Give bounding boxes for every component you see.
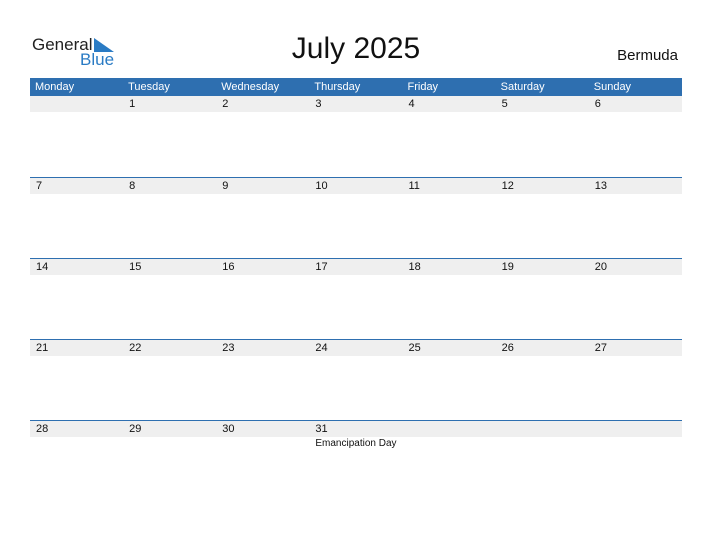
day-number: 7 bbox=[36, 180, 43, 192]
day-number bbox=[496, 421, 589, 437]
page-title: July 2025 bbox=[291, 32, 421, 65]
holiday-label: Emancipation Day bbox=[315, 438, 397, 449]
day-number bbox=[403, 421, 496, 437]
weekday-label: Thursday bbox=[314, 81, 361, 93]
day-number: 26 bbox=[501, 342, 514, 354]
day-number: 10 bbox=[315, 180, 328, 192]
day-number: 8 bbox=[129, 180, 136, 192]
day-number: 31 bbox=[315, 423, 328, 435]
day-number: 9 bbox=[222, 180, 229, 192]
day-number: 11 bbox=[408, 180, 420, 192]
week-row: 1 2 3 4 5 6 bbox=[30, 96, 682, 177]
calendar-grid: Monday Tuesday Wednesday Thursday Friday… bbox=[30, 78, 682, 501]
day-number: 28 bbox=[36, 423, 49, 435]
weekday-header: Monday Tuesday Wednesday Thursday Friday… bbox=[30, 78, 682, 96]
day-number: 1 bbox=[129, 98, 136, 110]
day-number bbox=[30, 96, 123, 112]
week-row: 21 22 23 24 25 26 27 bbox=[30, 339, 682, 420]
day-number: 12 bbox=[501, 180, 514, 192]
day-number: 27 bbox=[594, 342, 607, 354]
date-row: 21 22 23 24 25 26 27 bbox=[30, 340, 682, 356]
day-number: 23 bbox=[222, 342, 235, 354]
week-row: 7 8 9 10 11 12 13 bbox=[30, 177, 682, 258]
day-number: 22 bbox=[129, 342, 142, 354]
day-number: 16 bbox=[222, 261, 235, 273]
holiday-label bbox=[403, 437, 496, 451]
holiday-label bbox=[589, 437, 682, 451]
country-label: Bermuda bbox=[617, 47, 678, 64]
holiday-label bbox=[30, 437, 123, 451]
date-row: 14 15 16 17 18 19 20 bbox=[30, 259, 682, 275]
day-number: 2 bbox=[222, 98, 229, 110]
date-row: 28 29 30 31 bbox=[30, 421, 682, 437]
day-number bbox=[589, 421, 682, 437]
day-number: 25 bbox=[408, 342, 421, 354]
day-number: 4 bbox=[408, 98, 415, 110]
weekday-label: Sunday bbox=[593, 81, 632, 93]
weekday-label: Saturday bbox=[500, 81, 545, 93]
day-number: 19 bbox=[501, 261, 514, 273]
day-number: 5 bbox=[501, 98, 508, 110]
weekday-label: Friday bbox=[407, 81, 439, 93]
weekday-label: Tuesday bbox=[128, 81, 170, 93]
day-number: 29 bbox=[129, 423, 142, 435]
week-row: 28 29 30 31 Emancipation Day bbox=[30, 420, 682, 501]
day-number: 20 bbox=[594, 261, 607, 273]
holiday-label bbox=[216, 437, 309, 451]
date-row: 1 2 3 4 5 6 bbox=[30, 96, 682, 112]
day-number: 24 bbox=[315, 342, 328, 354]
day-number: 21 bbox=[36, 342, 49, 354]
weekday-label: Wednesday bbox=[221, 81, 280, 93]
day-number: 6 bbox=[594, 98, 601, 110]
weekday-label: Monday bbox=[35, 81, 75, 93]
day-number: 30 bbox=[222, 423, 235, 435]
day-number: 17 bbox=[315, 261, 328, 273]
day-number: 14 bbox=[36, 261, 49, 273]
day-number: 15 bbox=[129, 261, 142, 273]
day-number: 13 bbox=[594, 180, 607, 192]
week-row: 14 15 16 17 18 19 20 bbox=[30, 258, 682, 339]
day-number: 18 bbox=[408, 261, 421, 273]
date-row: 7 8 9 10 11 12 13 bbox=[30, 178, 682, 194]
event-row: Emancipation Day bbox=[30, 437, 682, 451]
day-number: 3 bbox=[315, 98, 322, 110]
holiday-label bbox=[496, 437, 589, 451]
holiday-label bbox=[123, 437, 216, 451]
